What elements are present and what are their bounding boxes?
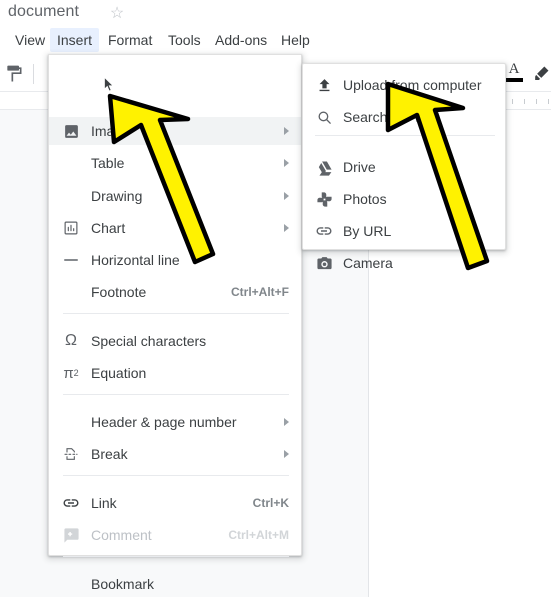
- image-submenu: Upload from computer Search the web Driv…: [302, 63, 506, 271]
- menu-item-label: Break: [91, 446, 128, 462]
- submenu-item-label: Search the web: [343, 109, 441, 125]
- menu-item-horizontal-line[interactable]: Horizontal line: [49, 246, 301, 274]
- submenu-item-label: Upload from computer: [343, 77, 482, 93]
- submenu-item-photos[interactable]: Photos: [303, 185, 505, 213]
- search-icon: [315, 108, 333, 126]
- menu-item-footnote[interactable]: Footnote Ctrl+Alt+F: [49, 278, 301, 306]
- chevron-right-icon: [284, 192, 289, 200]
- menu-bar: View Insert Format Tools Add-ons Help: [0, 28, 551, 54]
- menu-item-header-page-number[interactable]: Header & page number: [49, 408, 301, 436]
- menu-item-drawing[interactable]: Drawing: [49, 182, 301, 210]
- chevron-right-icon: [284, 418, 289, 426]
- menu-item-bookmark[interactable]: Bookmark: [49, 570, 301, 597]
- menu-item-break[interactable]: Break: [49, 440, 301, 468]
- chevron-right-icon: [284, 450, 289, 458]
- menu-item-label: Drawing: [91, 188, 143, 204]
- menu-item-comment: Comment Ctrl+Alt+M: [49, 521, 301, 549]
- menu-item-label: Header & page number: [91, 414, 237, 430]
- menu-item-equation[interactable]: π2 Equation: [49, 359, 301, 387]
- chevron-right-icon: [284, 127, 289, 135]
- menu-separator: [63, 475, 289, 476]
- submenu-item-label: Camera: [343, 255, 393, 271]
- drive-icon: [315, 158, 333, 176]
- menu-item-label: Table: [91, 155, 125, 171]
- menu-view[interactable]: View: [8, 28, 52, 52]
- menu-item-link[interactable]: Link Ctrl+K: [49, 489, 301, 517]
- menu-separator: [63, 313, 289, 314]
- star-outline-icon[interactable]: ☆: [108, 5, 126, 23]
- menu-item-special-characters[interactable]: Ω Special characters: [49, 327, 301, 355]
- text-color-letter: A: [508, 61, 520, 77]
- menu-help[interactable]: Help: [274, 28, 317, 52]
- photos-icon: [315, 190, 333, 208]
- chart-icon: [62, 219, 80, 237]
- document-title[interactable]: document: [8, 3, 79, 21]
- title-bar: document ☆: [0, 0, 551, 28]
- menu-item-label: Equation: [91, 365, 147, 381]
- menu-format[interactable]: Format: [101, 28, 159, 52]
- insert-dropdown-menu: Image Table Drawing Chart Horizontal lin…: [48, 54, 302, 592]
- menu-item-chart[interactable]: Chart: [49, 214, 301, 242]
- link-icon: [62, 494, 80, 512]
- menu-add-ons[interactable]: Add-ons: [208, 28, 274, 52]
- submenu-item-label: Drive: [343, 159, 376, 175]
- submenu-separator: [315, 135, 495, 136]
- chevron-right-icon: [284, 224, 289, 232]
- submenu-item-search-the-web[interactable]: Search the web: [303, 103, 505, 131]
- pi-squared-icon: π2: [63, 364, 79, 382]
- submenu-item-label: By URL: [343, 223, 392, 239]
- toolbar-separator: [33, 64, 34, 84]
- menu-item-image[interactable]: Image: [49, 117, 301, 145]
- menu-item-label: Bookmark: [91, 576, 155, 592]
- submenu-item-drive[interactable]: Drive: [303, 153, 505, 181]
- submenu-item-upload-from-computer[interactable]: Upload from computer: [303, 71, 505, 99]
- text-color-button[interactable]: A: [503, 62, 525, 86]
- submenu-item-camera[interactable]: Camera: [303, 249, 505, 277]
- page-break-icon: [62, 445, 80, 463]
- menu-item-label: Footnote: [91, 284, 147, 300]
- menu-item-label: Link: [91, 495, 117, 511]
- menu-item-shortcut: Ctrl+Alt+M: [228, 528, 289, 542]
- horizontal-line-icon: [62, 251, 80, 269]
- menu-separator: [63, 394, 289, 395]
- menu-item-table[interactable]: Table: [49, 149, 301, 177]
- google-docs-window: document ☆ View Insert Format Tools Add-…: [0, 0, 551, 597]
- menu-item-label: Image: [91, 123, 130, 139]
- highlighter-pen-icon[interactable]: [532, 64, 551, 84]
- menu-item-label: Special characters: [91, 333, 207, 349]
- omega-icon: Ω: [65, 332, 77, 349]
- menu-separator: [63, 556, 289, 557]
- link-icon: [315, 222, 333, 240]
- menu-item-label: Horizontal line: [91, 252, 180, 268]
- menu-item-shortcut: Ctrl+Alt+F: [230, 285, 289, 299]
- menu-tools[interactable]: Tools: [161, 28, 208, 52]
- chevron-right-icon: [284, 159, 289, 167]
- menu-item-shortcut: Ctrl+K: [252, 496, 289, 510]
- image-icon: [62, 122, 80, 140]
- menu-item-label: Comment: [91, 527, 152, 543]
- upload-icon: [315, 76, 333, 94]
- add-comment-icon: [62, 526, 80, 544]
- camera-icon: [315, 254, 333, 272]
- menu-insert[interactable]: Insert: [50, 28, 100, 52]
- paint-roller-icon[interactable]: [4, 64, 24, 84]
- submenu-item-by-url[interactable]: By URL: [303, 217, 505, 245]
- submenu-item-label: Photos: [343, 191, 387, 207]
- text-color-swatch: [505, 78, 523, 82]
- menu-item-label: Chart: [91, 220, 126, 236]
